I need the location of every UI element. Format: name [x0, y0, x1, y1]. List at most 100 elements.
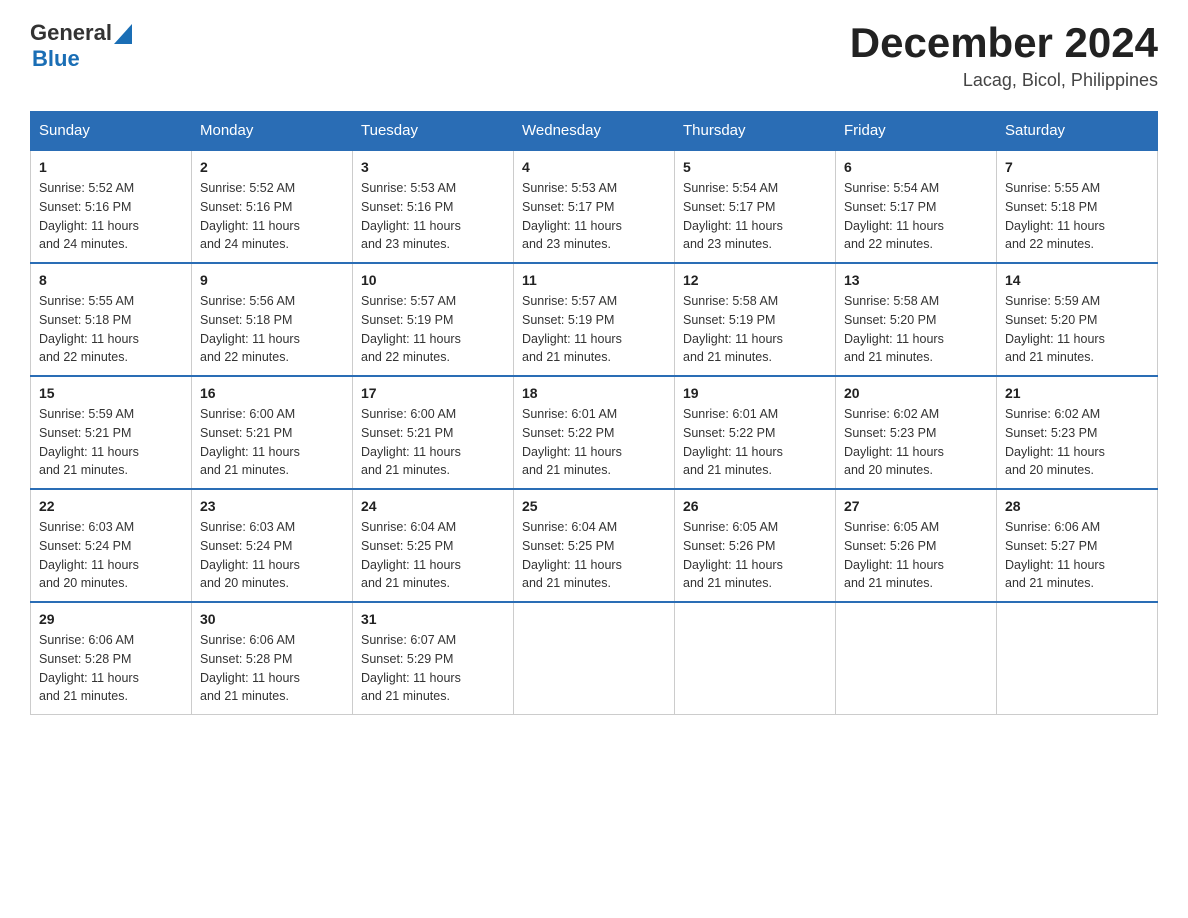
day-info: Sunrise: 5:53 AMSunset: 5:16 PMDaylight:…: [361, 179, 505, 254]
day-info: Sunrise: 6:02 AMSunset: 5:23 PMDaylight:…: [1005, 405, 1149, 480]
day-number: 5: [683, 159, 827, 175]
day-info: Sunrise: 6:05 AMSunset: 5:26 PMDaylight:…: [844, 518, 988, 593]
day-info: Sunrise: 5:53 AMSunset: 5:17 PMDaylight:…: [522, 179, 666, 254]
table-row: [836, 602, 997, 715]
table-row: 18Sunrise: 6:01 AMSunset: 5:22 PMDayligh…: [514, 376, 675, 489]
calendar-week-row: 1 Sunrise: 5:52 AMSunset: 5:16 PMDaylight…: [31, 150, 1158, 263]
day-info: Sunrise: 5:55 AMSunset: 5:18 PMDaylight:…: [1005, 179, 1149, 254]
day-number: 1: [39, 159, 183, 175]
table-row: 11Sunrise: 5:57 AMSunset: 5:19 PMDayligh…: [514, 263, 675, 376]
calendar-header-row: Sunday Monday Tuesday Wednesday Thursday…: [31, 112, 1158, 151]
table-row: 8Sunrise: 5:55 AMSunset: 5:18 PMDaylight…: [31, 263, 192, 376]
calendar-week-row: 29 Sunrise: 6:06 AMSunset: 5:28 PMDayligh…: [31, 602, 1158, 715]
day-info: Sunrise: 5:58 AMSunset: 5:19 PMDaylight:…: [683, 292, 827, 367]
day-number: 3: [361, 159, 505, 175]
day-number: 11: [522, 272, 666, 288]
table-row: 13 Sunrise: 5:58 AMSunset: 5:20 PMDayligh…: [836, 263, 997, 376]
table-row: 19 Sunrise: 6:01 AMSunset: 5:22 PMDayligh…: [675, 376, 836, 489]
table-row: 28Sunrise: 6:06 AMSunset: 5:27 PMDayligh…: [997, 489, 1158, 602]
day-info: Sunrise: 6:04 AMSunset: 5:25 PMDaylight:…: [361, 518, 505, 593]
calendar-week-row: 8Sunrise: 5:55 AMSunset: 5:18 PMDaylight…: [31, 263, 1158, 376]
col-thursday: Thursday: [675, 112, 836, 151]
day-number: 31: [361, 611, 505, 627]
day-info: Sunrise: 5:54 AMSunset: 5:17 PMDaylight:…: [683, 179, 827, 254]
day-number: 29: [39, 611, 183, 627]
logo-general-text: General: [30, 20, 112, 46]
table-row: 25Sunrise: 6:04 AMSunset: 5:25 PMDayligh…: [514, 489, 675, 602]
table-row: 26Sunrise: 6:05 AMSunset: 5:26 PMDayligh…: [675, 489, 836, 602]
day-number: 27: [844, 498, 988, 514]
day-info: Sunrise: 6:03 AMSunset: 5:24 PMDaylight:…: [200, 518, 344, 593]
table-row: [675, 602, 836, 715]
day-info: Sunrise: 5:52 AMSunset: 5:16 PMDaylight:…: [200, 179, 344, 254]
col-friday: Friday: [836, 112, 997, 151]
day-info: Sunrise: 5:59 AMSunset: 5:20 PMDaylight:…: [1005, 292, 1149, 367]
day-info: Sunrise: 6:00 AMSunset: 5:21 PMDaylight:…: [361, 405, 505, 480]
table-row: 6Sunrise: 5:54 AMSunset: 5:17 PMDaylight…: [836, 150, 997, 263]
day-number: 14: [1005, 272, 1149, 288]
col-saturday: Saturday: [997, 112, 1158, 151]
day-info: Sunrise: 5:58 AMSunset: 5:20 PMDaylight:…: [844, 292, 988, 367]
day-number: 9: [200, 272, 344, 288]
col-tuesday: Tuesday: [353, 112, 514, 151]
day-number: 18: [522, 385, 666, 401]
table-row: 4Sunrise: 5:53 AMSunset: 5:17 PMDaylight…: [514, 150, 675, 263]
calendar-week-row: 22 Sunrise: 6:03 AMSunset: 5:24 PMDayligh…: [31, 489, 1158, 602]
day-info: Sunrise: 6:06 AMSunset: 5:28 PMDaylight:…: [39, 631, 183, 706]
table-row: 24 Sunrise: 6:04 AMSunset: 5:25 PMDayligh…: [353, 489, 514, 602]
day-number: 8: [39, 272, 183, 288]
day-number: 2: [200, 159, 344, 175]
day-info: Sunrise: 6:03 AMSunset: 5:24 PMDaylight:…: [39, 518, 183, 593]
day-number: 16: [200, 385, 344, 401]
page-header: General Blue December 2024 Lacag, Bicol,…: [30, 20, 1158, 91]
table-row: [997, 602, 1158, 715]
month-title: December 2024: [850, 20, 1158, 66]
day-number: 10: [361, 272, 505, 288]
day-number: 30: [200, 611, 344, 627]
day-number: 7: [1005, 159, 1149, 175]
table-row: 27 Sunrise: 6:05 AMSunset: 5:26 PMDayligh…: [836, 489, 997, 602]
day-info: Sunrise: 6:00 AMSunset: 5:21 PMDaylight:…: [200, 405, 344, 480]
table-row: 14 Sunrise: 5:59 AMSunset: 5:20 PMDayligh…: [997, 263, 1158, 376]
day-info: Sunrise: 5:56 AMSunset: 5:18 PMDaylight:…: [200, 292, 344, 367]
day-info: Sunrise: 6:02 AMSunset: 5:23 PMDaylight:…: [844, 405, 988, 480]
day-number: 23: [200, 498, 344, 514]
col-monday: Monday: [192, 112, 353, 151]
table-row: 9 Sunrise: 5:56 AMSunset: 5:18 PMDaylight…: [192, 263, 353, 376]
day-number: 22: [39, 498, 183, 514]
day-info: Sunrise: 5:57 AMSunset: 5:19 PMDaylight:…: [361, 292, 505, 367]
location-title: Lacag, Bicol, Philippines: [850, 70, 1158, 91]
day-number: 28: [1005, 498, 1149, 514]
table-row: [514, 602, 675, 715]
table-row: 17Sunrise: 6:00 AMSunset: 5:21 PMDayligh…: [353, 376, 514, 489]
logo-triangle-icon: [114, 24, 132, 44]
day-number: 20: [844, 385, 988, 401]
table-row: 22 Sunrise: 6:03 AMSunset: 5:24 PMDayligh…: [31, 489, 192, 602]
day-number: 13: [844, 272, 988, 288]
table-row: 2 Sunrise: 5:52 AMSunset: 5:16 PMDaylight…: [192, 150, 353, 263]
table-row: 3 Sunrise: 5:53 AMSunset: 5:16 PMDaylight…: [353, 150, 514, 263]
day-number: 21: [1005, 385, 1149, 401]
day-info: Sunrise: 5:52 AMSunset: 5:16 PMDaylight:…: [39, 179, 183, 254]
table-row: 21 Sunrise: 6:02 AMSunset: 5:23 PMDayligh…: [997, 376, 1158, 489]
day-info: Sunrise: 6:07 AMSunset: 5:29 PMDaylight:…: [361, 631, 505, 706]
day-number: 19: [683, 385, 827, 401]
table-row: 5 Sunrise: 5:54 AMSunset: 5:17 PMDaylight…: [675, 150, 836, 263]
calendar-week-row: 15Sunrise: 5:59 AMSunset: 5:21 PMDayligh…: [31, 376, 1158, 489]
table-row: 7 Sunrise: 5:55 AMSunset: 5:18 PMDaylight…: [997, 150, 1158, 263]
logo: General Blue: [30, 20, 132, 72]
day-info: Sunrise: 6:01 AMSunset: 5:22 PMDaylight:…: [683, 405, 827, 480]
table-row: 10 Sunrise: 5:57 AMSunset: 5:19 PMDayligh…: [353, 263, 514, 376]
table-row: 31 Sunrise: 6:07 AMSunset: 5:29 PMDayligh…: [353, 602, 514, 715]
calendar-table: Sunday Monday Tuesday Wednesday Thursday…: [30, 111, 1158, 715]
table-row: 29 Sunrise: 6:06 AMSunset: 5:28 PMDayligh…: [31, 602, 192, 715]
table-row: 1 Sunrise: 5:52 AMSunset: 5:16 PMDaylight…: [31, 150, 192, 263]
day-info: Sunrise: 6:05 AMSunset: 5:26 PMDaylight:…: [683, 518, 827, 593]
table-row: 20 Sunrise: 6:02 AMSunset: 5:23 PMDayligh…: [836, 376, 997, 489]
day-number: 12: [683, 272, 827, 288]
day-number: 24: [361, 498, 505, 514]
day-info: Sunrise: 6:04 AMSunset: 5:25 PMDaylight:…: [522, 518, 666, 593]
header-right: December 2024 Lacag, Bicol, Philippines: [850, 20, 1158, 91]
day-info: Sunrise: 5:54 AMSunset: 5:17 PMDaylight:…: [844, 179, 988, 254]
table-row: 16 Sunrise: 6:00 AMSunset: 5:21 PMDayligh…: [192, 376, 353, 489]
